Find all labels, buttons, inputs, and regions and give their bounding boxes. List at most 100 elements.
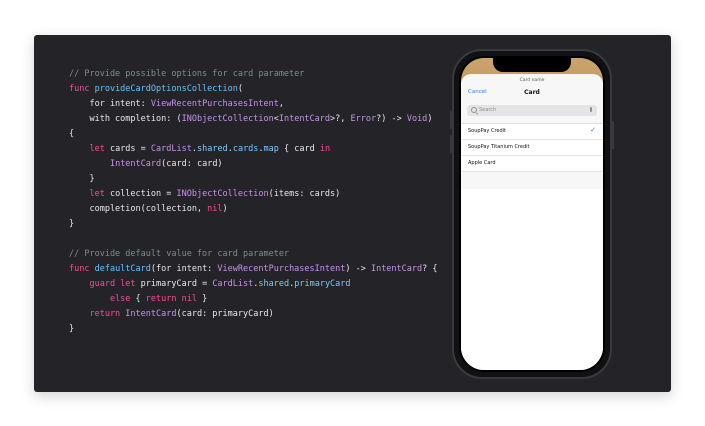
code-token: IntentCard [370,264,423,274]
code-token: } [69,219,75,229]
code-token: collection = [109,189,177,199]
card-option-row[interactable]: Apple Card [461,156,603,172]
code-token: IntentCard [125,309,177,319]
code-token: completion(collection, [69,204,208,214]
code-token: IntentCard [109,159,162,169]
search-input[interactable]: Search [467,105,597,116]
phone-screen: Card name Cancel Card Search SoupPay Cre… [461,58,603,370]
nav-bar: Cancel Card [461,86,603,102]
code-token: primaryCard = [140,279,213,289]
code-line: } [69,217,438,232]
card-option-row[interactable]: SoupPay Credit ✓ [461,124,603,140]
code-token: ViewRecentPurchasesIntent [150,99,279,109]
card-option-row[interactable]: SoupPay Titanium Credit [461,140,603,156]
code-line: guard let primaryCard = CardList.shared.… [69,277,438,292]
code-token: { card [278,144,320,154]
code-token: ( [237,84,244,94]
code-line: let collection = INObjectCollection(item… [69,187,438,202]
code-line: with completion: (INObjectCollection<Int… [69,112,438,127]
code-token: let [69,144,110,154]
code-token: primaryCard [294,279,351,289]
code-token: >?, [330,114,351,124]
code-token: cards = [109,144,151,154]
notch [493,58,571,72]
code-token: ViewRecentPurchasesIntent [217,264,346,274]
code-line: // Provide default value for card parame… [69,247,438,262]
code-token: ?) -> [376,114,407,124]
code-line: else { return nil } [69,292,438,307]
code-line: { [69,127,438,142]
code-token: in [319,144,331,154]
code-token: ) -> [345,264,371,274]
code-token: return nil [145,294,197,304]
code-token: Error [350,114,377,124]
code-token: ) [427,114,433,124]
code-token: func [69,84,95,94]
code-token: (card: card) [161,159,223,169]
code-token: // Provide default value for card parame… [69,249,290,259]
code-token: // Provide possible options for card par… [69,69,305,79]
code-token: guard let [69,279,141,289]
search-icon [471,107,477,113]
empty-area [461,189,603,370]
code-token: func [69,264,95,274]
code-token: defaultCard [94,264,151,274]
sheet-title: Card name [519,78,545,83]
code-token: INObjectCollection [176,189,269,199]
code-line: } [69,322,438,337]
volume-down-button [450,135,452,153]
checkmark-icon: ✓ [590,126,596,134]
code-token: INObjectCollection [181,114,274,124]
code-token: with completion: ( [69,114,182,124]
code-token: (card: primaryCard) [176,309,274,319]
code-token: } [69,174,95,184]
code-line: return IntentCard(card: primaryCard) [69,307,438,322]
code-token: (items: cards) [268,189,341,199]
code-token: nil [207,204,223,214]
code-token: (for intent: [150,264,218,274]
code-token: , [278,99,284,109]
code-token: IntentCard [278,114,331,124]
code-line: } [69,172,438,187]
power-button [612,121,614,149]
code-token: let [69,189,110,199]
volume-up-button [450,111,452,129]
code-token: } [69,324,75,334]
code-line: IntentCard(card: card) [69,157,438,172]
code-token: CardList [150,144,192,154]
code-token: return [69,309,126,319]
code-line: func defaultCard(for intent: ViewRecentP… [69,262,438,277]
card-option-label: SoupPay Titanium Credit [468,144,530,150]
code-token: { [135,294,146,304]
code-line: func provideCardOptionsCollection( [69,82,438,97]
code-block: // Provide possible options for card par… [69,67,438,337]
code-token: else [69,294,136,304]
code-token: map [263,144,279,154]
search-placeholder: Search [479,107,497,113]
microphone-icon[interactable] [590,107,592,112]
code-line: completion(collection, nil) [69,202,438,217]
code-token: Void [406,114,428,124]
phone-bezel: Card name Cancel Card Search SoupPay Cre… [459,56,605,372]
code-token: shared [196,144,228,154]
code-token: provideCardOptionsCollection [94,84,238,94]
card-option-list: SoupPay Credit ✓ SoupPay Titanium Credit Ap… [461,123,603,172]
iphone-mockup: Card name Cancel Card Search SoupPay Cre… [450,49,614,379]
code-token: cards [232,144,259,154]
cancel-button[interactable]: Cancel [468,89,487,95]
code-token: for intent: [69,99,151,109]
code-token: CardList [212,279,254,289]
picker-sheet: Card name Cancel Card Search SoupPay Cre… [461,74,603,370]
card-option-label: Apple Card [468,160,496,166]
code-token: ? { [422,264,438,274]
code-line: let cards = CardList.shared.cards.map { … [69,142,438,157]
code-line: for intent: ViewRecentPurchasesIntent, [69,97,438,112]
code-token: { [69,129,75,139]
code-line: // Provide possible options for card par… [69,67,438,82]
code-token: shared [258,279,290,289]
code-token: } [196,294,208,304]
code-token: ) [222,204,228,214]
presentation-slide: // Provide possible options for card par… [34,35,671,392]
